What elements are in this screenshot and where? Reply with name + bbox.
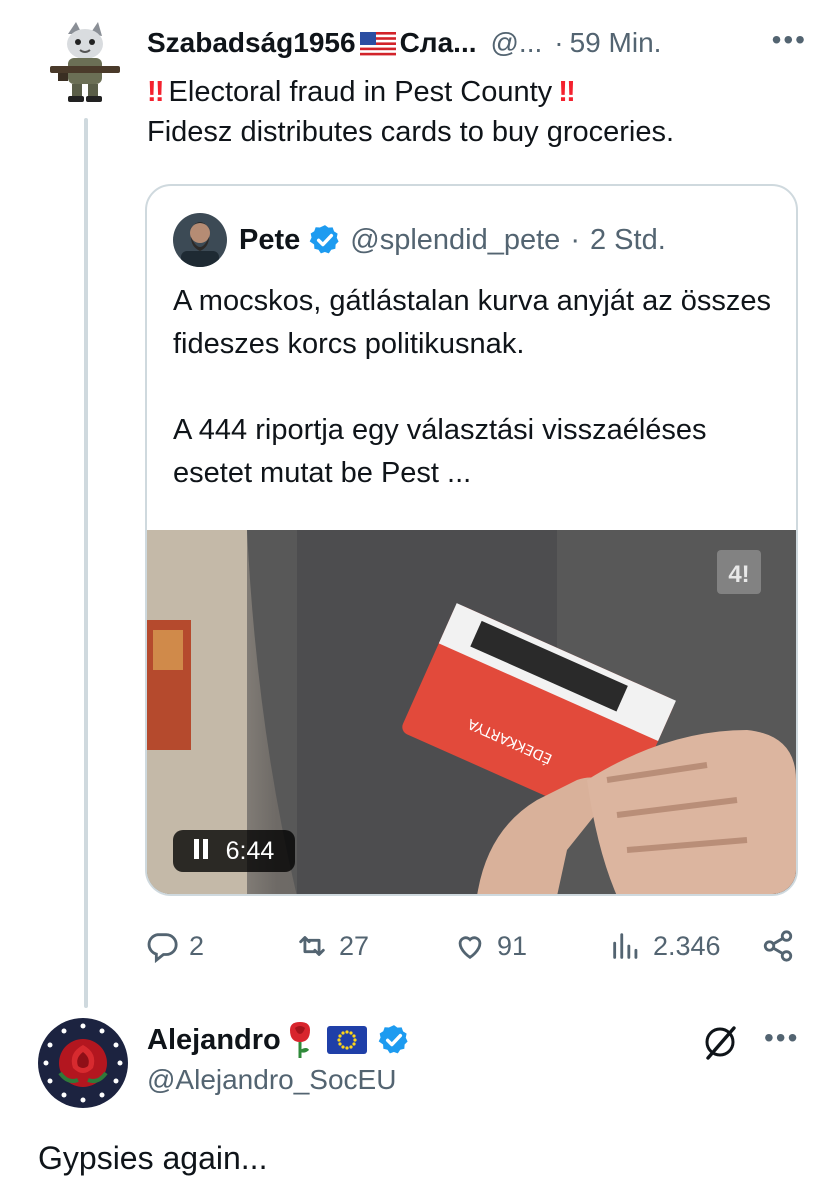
us-flag-icon — [359, 31, 396, 56]
more-options-icon[interactable]: ••• — [772, 24, 807, 56]
like-count: 91 — [497, 930, 528, 961]
more-options-icon[interactable]: ••• — [764, 1022, 799, 1054]
display-name[interactable]: Szabadság1956 — [147, 27, 356, 59]
share-button[interactable] — [761, 918, 805, 974]
video-duration: 6:44 — [225, 836, 275, 865]
tweet-line-1-text: Electoral fraud in Pest County — [168, 76, 553, 108]
verified-icon — [308, 223, 342, 257]
eu-flag-icon — [326, 1026, 367, 1054]
thread-connector-line — [84, 118, 88, 1008]
repost-count: 27 — [339, 930, 370, 961]
separator-dot: · — [554, 27, 564, 58]
bearded-man-avatar-icon — [173, 213, 227, 267]
avatar[interactable] — [38, 1018, 128, 1108]
quoted-tweet-card[interactable]: Pete @splendid_pete · 2 Std. A mocskos, … — [145, 184, 798, 896]
video-time-badge[interactable]: 6:44 — [173, 830, 295, 872]
reply-body: Gypsies again... — [38, 1140, 268, 1176]
views-button[interactable]: 2.346 — [609, 918, 721, 974]
tweet-header: Szabadság1956 Сла... @... · 59 Min. ••• — [147, 22, 807, 64]
pause-icon[interactable] — [193, 837, 212, 866]
cat-soldier-avatar-icon — [50, 22, 120, 102]
separator-dot: · — [570, 223, 580, 256]
video-watermark: 4! — [728, 561, 749, 588]
video-player[interactable]: ÉDEKKARTYA 4! 6:44 — [147, 530, 796, 894]
quoted-tweet-header: Pete @splendid_pete · 2 Std. — [173, 212, 666, 268]
quoted-display-name[interactable]: Pete — [239, 224, 300, 257]
avatar[interactable] — [173, 213, 227, 267]
grok-icon[interactable] — [700, 1022, 740, 1062]
double-exclamation-icon: ‼ — [558, 76, 575, 108]
double-exclamation-icon: ‼ — [147, 76, 164, 108]
reply-icon — [147, 933, 178, 963]
like-icon — [458, 936, 482, 960]
views-icon — [613, 933, 638, 959]
repost-icon — [299, 936, 325, 956]
repost-button[interactable]: 27 — [295, 918, 369, 974]
quoted-timestamp[interactable]: 2 Std. — [590, 224, 666, 257]
handle[interactable]: @... — [491, 27, 543, 59]
tweet-line-1: ‼ Electoral fraud in Pest County ‼ — [147, 72, 807, 112]
tweet-line-2: Fidesz distributes cards to buy grocerie… — [147, 116, 675, 148]
rose-icon — [285, 1020, 315, 1060]
reply-handle[interactable]: @Alejandro_SocEU — [147, 1064, 396, 1096]
view-count: 2.346 — [653, 930, 721, 961]
avatar[interactable] — [46, 20, 122, 104]
like-button[interactable]: 91 — [453, 918, 527, 974]
verified-icon — [377, 1023, 411, 1057]
reply-header: Alejandro — [147, 1018, 419, 1062]
reply-button[interactable]: 2 — [145, 918, 204, 974]
display-name-extra[interactable]: Сла... — [400, 27, 477, 59]
quoted-handle[interactable]: @splendid_pete — [350, 224, 560, 257]
timestamp[interactable]: 59 Min. — [570, 27, 662, 59]
quoted-paragraph-1: A mocskos, gátlástalan kurva anyját az ö… — [173, 285, 772, 360]
quoted-tweet-body: A mocskos, gátlástalan kurva anyját az ö… — [173, 280, 773, 495]
rose-avatar-icon — [38, 1018, 128, 1108]
reply-count: 2 — [189, 930, 205, 961]
tweet-body: ‼ Electoral fraud in Pest County ‼ Fidesz … — [147, 72, 807, 152]
action-bar: 2 27 91 2.346 — [145, 918, 805, 974]
reply-display-name[interactable]: Alejandro — [147, 1024, 281, 1057]
quoted-paragraph-2: A 444 riportja egy választási visszaélés… — [173, 414, 707, 489]
share-icon — [763, 930, 793, 962]
